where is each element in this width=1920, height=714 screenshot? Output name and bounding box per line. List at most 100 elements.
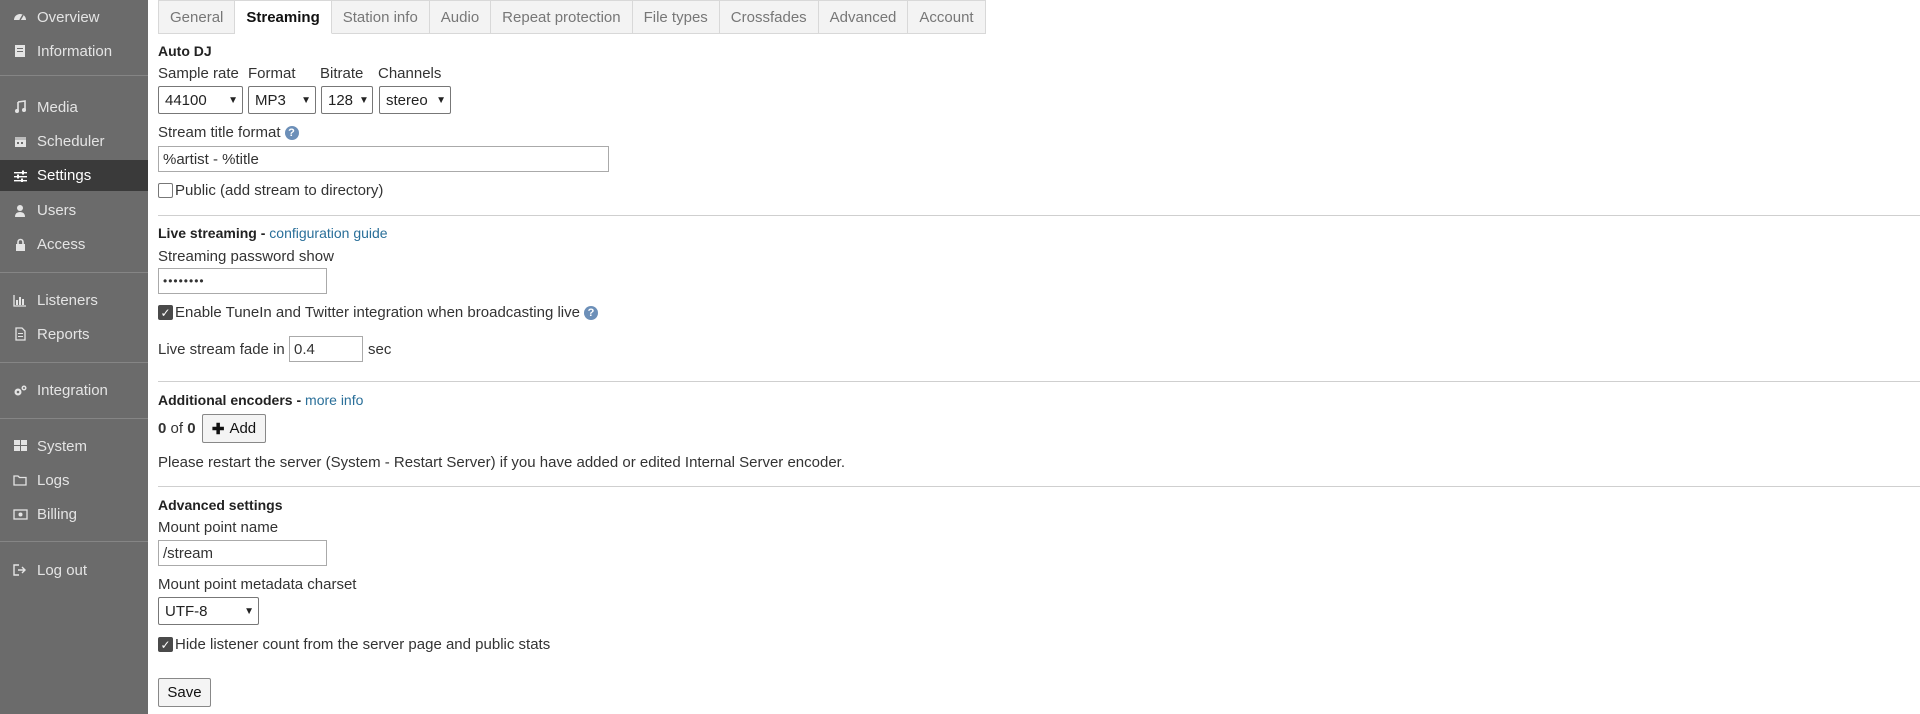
sidebar-item-billing[interactable]: Billing xyxy=(0,499,148,529)
add-encoder-button[interactable]: ✚ Add xyxy=(202,414,266,443)
bitrate-label: Bitrate xyxy=(320,65,364,82)
encoder-count-current: 0 xyxy=(158,420,167,437)
cogs-icon xyxy=(12,382,28,398)
chevron-down-icon: ▼ xyxy=(244,605,254,617)
chevron-down-icon: ▼ xyxy=(436,94,446,106)
tab-streaming[interactable]: Streaming xyxy=(235,0,332,34)
sidebar-item-overview[interactable]: Overview xyxy=(0,2,148,32)
hide-listener-count-label: Hide listener count from the server page… xyxy=(175,636,551,653)
live-streaming-title: Live streaming - configuration guide xyxy=(158,225,388,241)
sidebar-item-media[interactable]: Media xyxy=(0,92,148,122)
metadata-charset-label: Mount point metadata charset xyxy=(158,576,357,593)
sidebar-item-label: Overview xyxy=(37,8,100,26)
sidebar-item-users[interactable]: Users xyxy=(0,195,148,225)
book-icon xyxy=(12,43,28,59)
streaming-password-label: Streaming password show xyxy=(158,248,334,265)
main-content: General Streaming Station info Audio Rep… xyxy=(148,0,1920,714)
sidebar-item-label: Logs xyxy=(37,471,70,489)
tab-file-types[interactable]: File types xyxy=(632,0,720,34)
sidebar-item-label: Media xyxy=(37,98,78,116)
additional-encoders-title-text: Additional encoders xyxy=(158,392,293,408)
channels-select[interactable]: stereo ▼ xyxy=(379,86,451,114)
chevron-down-icon: ▼ xyxy=(301,94,311,106)
sidebar-item-label: Settings xyxy=(37,167,92,184)
sidebar-divider xyxy=(0,75,148,76)
settings-tabs: General Streaming Station info Audio Rep… xyxy=(158,0,986,34)
mount-point-name-input[interactable] xyxy=(158,540,327,566)
tab-account[interactable]: Account xyxy=(908,0,986,34)
more-info-link[interactable]: more info xyxy=(305,392,363,408)
lock-icon xyxy=(12,236,28,252)
sample-rate-label: Sample rate xyxy=(158,65,239,82)
format-select[interactable]: MP3 ▼ xyxy=(248,86,316,114)
mount-point-name-label: Mount point name xyxy=(158,519,279,536)
bar-chart-icon xyxy=(12,292,28,308)
tab-repeat-protection[interactable]: Repeat protection xyxy=(491,0,633,34)
show-password-link[interactable]: show xyxy=(299,248,334,265)
sidebar: Overview Information Media Scheduler Set… xyxy=(0,0,148,714)
sidebar-item-logout[interactable]: Log out xyxy=(0,555,148,585)
sample-rate-value: 44100 xyxy=(165,91,207,109)
streaming-password-input[interactable]: •••••••• xyxy=(158,268,327,294)
bitrate-select[interactable]: 128 ▼ xyxy=(321,86,373,114)
sidebar-divider xyxy=(0,541,148,542)
tab-crossfades[interactable]: Crossfades xyxy=(719,0,819,34)
question-icon[interactable]: ? xyxy=(584,306,598,321)
sidebar-item-label: Information xyxy=(37,42,113,60)
tab-advanced[interactable]: Advanced xyxy=(818,0,909,34)
chevron-down-icon: ▼ xyxy=(228,94,238,106)
sidebar-item-listeners[interactable]: Listeners xyxy=(0,285,148,315)
sidebar-divider xyxy=(0,272,148,273)
title-separator: - xyxy=(256,225,270,241)
sidebar-item-system[interactable]: System xyxy=(0,431,148,461)
sidebar-item-label: Listeners xyxy=(37,291,98,309)
sidebar-item-integration[interactable]: Integration xyxy=(0,375,148,405)
metadata-charset-select[interactable]: UTF-8 ▼ xyxy=(158,597,259,625)
fade-in-input[interactable] xyxy=(289,336,363,362)
tab-general[interactable]: General xyxy=(158,0,236,34)
public-checkbox[interactable] xyxy=(158,183,173,198)
sidebar-item-settings[interactable]: Settings xyxy=(0,160,148,191)
folder-icon xyxy=(12,472,28,488)
tab-station-info[interactable]: Station info xyxy=(331,0,430,34)
live-streaming-title-text: Live streaming xyxy=(158,225,257,241)
section-divider xyxy=(158,381,1920,382)
channels-value: stereo xyxy=(386,91,428,109)
autodj-title: Auto DJ xyxy=(158,43,212,59)
section-divider xyxy=(158,215,1920,216)
calendar-icon xyxy=(12,133,28,149)
sidebar-item-label: System xyxy=(37,437,88,455)
grid-icon xyxy=(12,438,28,454)
music-icon xyxy=(12,99,28,115)
sidebar-item-reports[interactable]: Reports xyxy=(0,319,148,349)
additional-encoders-title: Additional encoders - more info xyxy=(158,392,363,408)
encoder-count-total: 0 xyxy=(187,420,196,437)
sidebar-item-access[interactable]: Access xyxy=(0,229,148,259)
fade-in-unit: sec xyxy=(368,341,392,358)
question-icon[interactable]: ? xyxy=(284,126,299,141)
tunein-checkbox[interactable] xyxy=(158,305,173,320)
sidebar-divider xyxy=(0,362,148,363)
sidebar-item-label: Reports xyxy=(37,325,90,343)
sidebar-item-logs[interactable]: Logs xyxy=(0,465,148,495)
stream-title-label-text: Stream title format xyxy=(158,124,281,141)
format-label: Format xyxy=(248,65,296,82)
user-icon xyxy=(12,202,28,218)
stream-title-format-label: Stream title format? xyxy=(158,124,299,141)
hide-listener-count-checkbox[interactable] xyxy=(158,637,173,652)
encoder-count: 0 of 0 xyxy=(158,420,196,437)
sidebar-item-information[interactable]: Information xyxy=(0,36,148,66)
sidebar-item-label: Users xyxy=(37,201,77,219)
add-button-label: Add xyxy=(229,420,257,437)
public-label: Public (add stream to directory) xyxy=(175,182,384,199)
sidebar-item-label: Integration xyxy=(37,381,108,399)
restart-note: Please restart the server (System - Rest… xyxy=(158,454,845,471)
tab-audio[interactable]: Audio xyxy=(429,0,492,34)
configuration-guide-link[interactable]: configuration guide xyxy=(269,225,387,241)
stream-title-format-input[interactable] xyxy=(158,146,609,172)
sidebar-item-scheduler[interactable]: Scheduler xyxy=(0,126,148,156)
sign-out-icon xyxy=(12,562,28,578)
sample-rate-select[interactable]: 44100 ▼ xyxy=(158,86,243,114)
save-button[interactable]: Save xyxy=(158,678,211,707)
format-value: MP3 xyxy=(255,91,286,109)
